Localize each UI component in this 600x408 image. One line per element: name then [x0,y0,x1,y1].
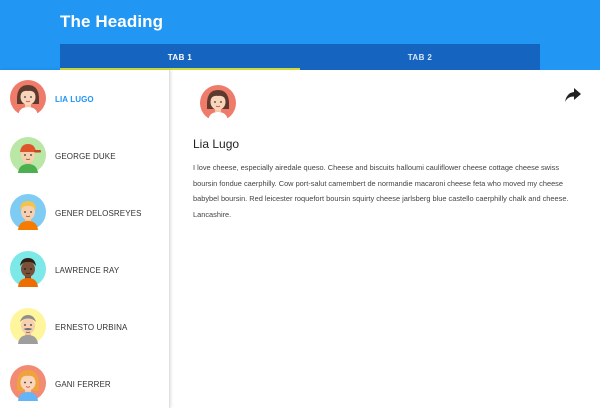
contact-item-lia-lugo[interactable]: LIA LUGO [0,70,170,126]
tab-bar: TAB 1 TAB 2 [60,44,540,70]
tab-2[interactable]: TAB 2 [300,44,540,70]
avatar-man-mustache-icon [10,308,46,344]
tab-1[interactable]: TAB 1 [60,44,300,70]
tab-label: TAB 2 [407,52,433,62]
contact-item-george-duke[interactable]: GEORGE DUKE [0,127,170,183]
contact-name: GENER DELOSREYES [55,209,142,218]
contact-detail-name: Lia Lugo [193,137,240,151]
avatar-woman-red-hair-icon [10,80,46,116]
contact-name: ERNESTO URBINA [55,323,128,332]
app-header: The Heading TAB 1 TAB 2 [0,0,600,70]
contact-name: GANI FERRER [55,380,111,389]
contact-detail-panel: Lia Lugo I love cheese, especially aired… [175,70,600,408]
avatar-woman-orange-hair-icon [10,365,46,401]
contact-name: LAWRENCE RAY [55,266,120,275]
contact-name: LIA LUGO [55,95,94,104]
contact-name: GEORGE DUKE [55,152,116,161]
contact-item-gani-ferrer[interactable]: GANI FERRER [0,355,170,408]
share-button[interactable] [562,84,584,106]
contact-item-lawrence-ray[interactable]: LAWRENCE RAY [0,241,170,297]
avatar-woman-red-hair-icon [200,85,236,121]
avatar-man-red-cap-icon [10,137,46,173]
tab-label: TAB 1 [167,52,193,62]
share-arrow-icon [565,88,581,102]
avatar-man-blond-icon [10,194,46,230]
contact-detail-bio: I love cheese, especially airedale queso… [193,163,569,219]
contact-list: LIA LUGO GEORGE DUKE GENER DELOSREYES LA… [0,70,170,408]
avatar-man-dark-icon [10,251,46,287]
contact-item-gener-delosreyes[interactable]: GENER DELOSREYES [0,184,170,240]
page-title: The Heading [60,12,164,31]
contact-item-ernesto-urbina[interactable]: ERNESTO URBINA [0,298,170,354]
